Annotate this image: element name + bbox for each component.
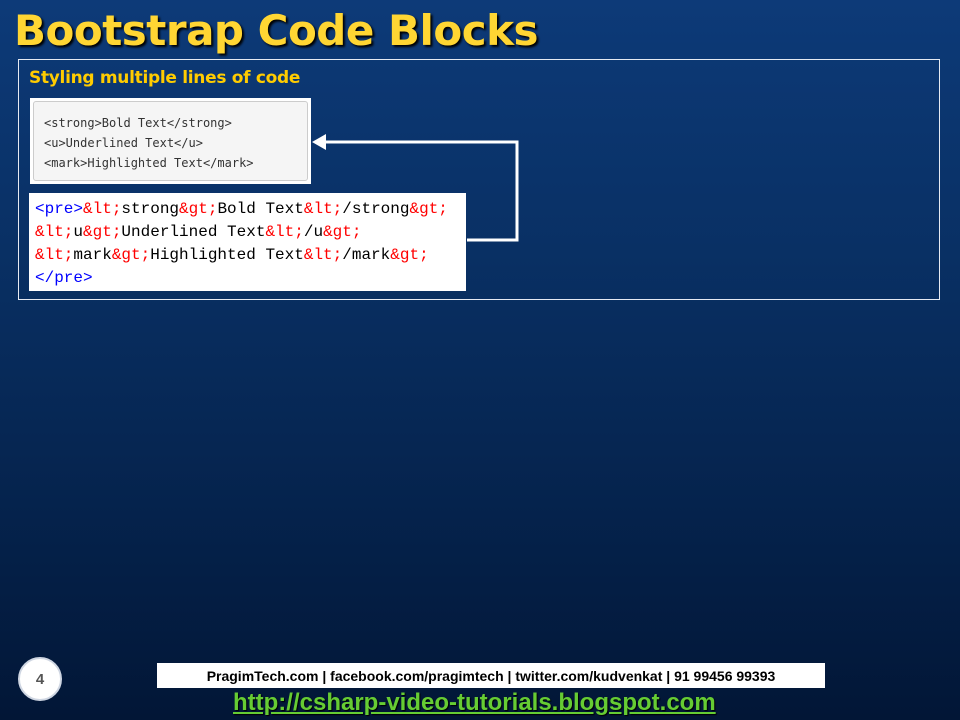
tag-name: /u bbox=[303, 223, 324, 241]
tag-name: mark bbox=[73, 246, 112, 264]
code-text: Highlighted Text bbox=[150, 246, 304, 264]
code-text: Underlined Text bbox=[121, 223, 266, 241]
entity-lt: &lt; bbox=[35, 223, 74, 241]
rendered-line-bold: <strong>Bold Text</strong> bbox=[44, 116, 232, 130]
source-line-4: </pre> bbox=[35, 267, 466, 290]
tag-name: /mark bbox=[342, 246, 391, 264]
entity-gt: &gt; bbox=[390, 246, 429, 264]
tag-name: strong bbox=[121, 200, 180, 218]
entity-gt: &gt; bbox=[111, 246, 151, 264]
code-text: Bold Text bbox=[217, 200, 304, 218]
pre-close-tag: </pre> bbox=[35, 269, 93, 287]
content-box: Styling multiple lines of code <strong>B… bbox=[18, 59, 940, 300]
tag-name: u bbox=[73, 223, 84, 241]
source-line-1: <pre>&lt;strong&gt;Bold Text&lt;/strong&… bbox=[35, 198, 466, 221]
rendered-line-highlighted: <mark>Highlighted Text</mark> bbox=[44, 156, 254, 170]
tag-name: /strong bbox=[342, 200, 410, 218]
footer-contact-bar: PragimTech.com | facebook.com/pragimtech… bbox=[157, 663, 825, 688]
footer-blog-link[interactable]: http://csharp-video-tutorials.blogspot.c… bbox=[233, 689, 716, 717]
rendered-output-example: <strong>Bold Text</strong> <u>Underlined… bbox=[30, 98, 311, 184]
pre-open-tag: <pre> bbox=[35, 200, 84, 218]
entity-lt: &lt; bbox=[265, 223, 304, 241]
slide-subtitle: Styling multiple lines of code bbox=[29, 68, 301, 88]
source-code-block: <pre>&lt;strong&gt;Bold Text&lt;/strong&… bbox=[29, 193, 466, 291]
entity-gt: &gt; bbox=[409, 200, 448, 218]
entity-lt: &lt; bbox=[303, 246, 343, 264]
pre-block: <strong>Bold Text</strong> <u>Underlined… bbox=[33, 101, 308, 181]
source-line-3: &lt;mark&gt;Highlighted Text&lt;/mark&gt… bbox=[35, 244, 466, 267]
page-number-badge: 4 bbox=[18, 657, 62, 701]
source-line-2: &lt;u&gt;Underlined Text&lt;/u&gt; bbox=[35, 221, 466, 244]
entity-gt: &gt; bbox=[323, 223, 362, 241]
slide-title: Bootstrap Code Blocks bbox=[14, 6, 539, 55]
entity-lt: &lt; bbox=[83, 200, 122, 218]
entity-gt: &gt; bbox=[83, 223, 122, 241]
rendered-line-underlined: <u>Underlined Text</u> bbox=[44, 136, 203, 150]
entity-lt: &lt; bbox=[35, 246, 74, 264]
entity-lt: &lt; bbox=[303, 200, 343, 218]
entity-gt: &gt; bbox=[179, 200, 218, 218]
